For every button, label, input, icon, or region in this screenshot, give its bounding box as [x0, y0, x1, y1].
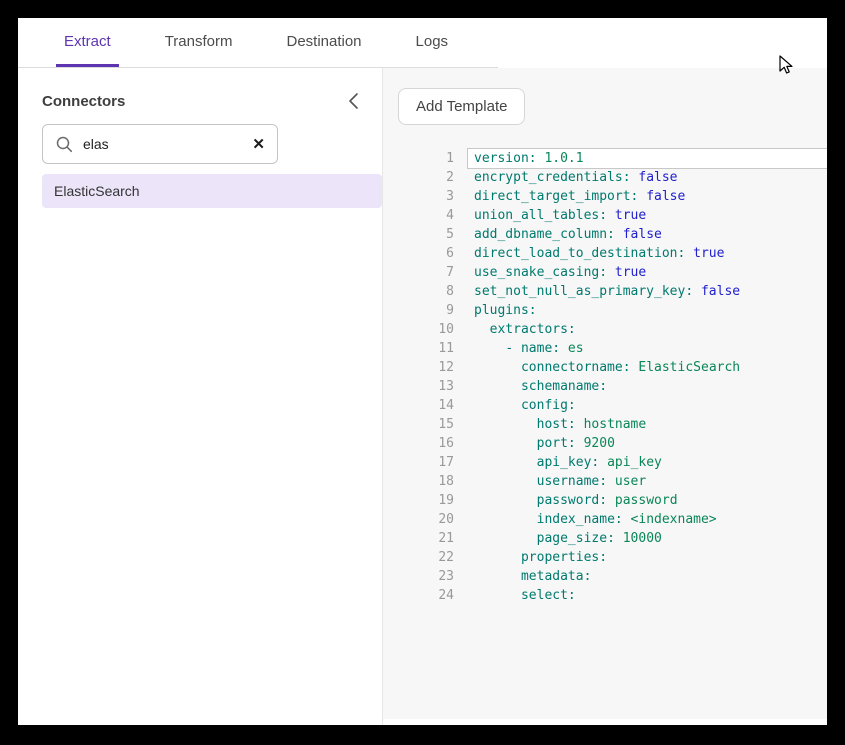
- code-line[interactable]: 24 select:: [398, 586, 827, 605]
- line-number: 2: [398, 168, 468, 187]
- code-text: api_key: api_key: [468, 453, 827, 472]
- line-number: 21: [398, 529, 468, 548]
- code-text: schemaname:: [468, 377, 827, 396]
- code-line[interactable]: 7use_snake_casing: true: [398, 263, 827, 282]
- code-text: set_not_null_as_primary_key: false: [468, 282, 827, 301]
- code-line[interactable]: 5add_dbname_column: false: [398, 225, 827, 244]
- code-text: direct_target_import: false: [468, 187, 827, 206]
- app-window: Extract Transform Destination Logs Connecto…: [18, 18, 827, 725]
- content-area: Connectors ✕ ElasticSearch Add Template: [18, 68, 827, 725]
- line-number: 16: [398, 434, 468, 453]
- sidebar: Connectors ✕ ElasticSearch: [18, 68, 383, 725]
- line-number: 17: [398, 453, 468, 472]
- line-number: 19: [398, 491, 468, 510]
- code-text: page_size: 10000: [468, 529, 827, 548]
- code-editor: 1version: 1.0.12encrypt_credentials: fal…: [398, 149, 827, 605]
- code-line[interactable]: 14 config:: [398, 396, 827, 415]
- code-text: index_name: <indexname>: [468, 510, 827, 529]
- code-line[interactable]: 18 username: user: [398, 472, 827, 491]
- code-line[interactable]: 19 password: password: [398, 491, 827, 510]
- code-text: add_dbname_column: false: [468, 225, 827, 244]
- chevron-left-icon: [346, 92, 362, 110]
- code-line[interactable]: 13 schemaname:: [398, 377, 827, 396]
- line-number: 8: [398, 282, 468, 301]
- search-box: ✕: [42, 124, 278, 164]
- line-number: 1: [398, 149, 468, 168]
- code-text: union_all_tables: true: [468, 206, 827, 225]
- line-number: 9: [398, 301, 468, 320]
- code-text: select:: [468, 586, 827, 605]
- code-line[interactable]: 17 api_key: api_key: [398, 453, 827, 472]
- code-line[interactable]: 22 properties:: [398, 548, 827, 567]
- tab-extract[interactable]: Extract: [56, 18, 119, 67]
- tab-logs[interactable]: Logs: [408, 18, 457, 67]
- collapse-sidebar-button[interactable]: [346, 92, 362, 110]
- code-text: plugins:: [468, 301, 827, 320]
- code-line[interactable]: 8set_not_null_as_primary_key: false: [398, 282, 827, 301]
- line-number: 14: [398, 396, 468, 415]
- line-number: 10: [398, 320, 468, 339]
- code-line[interactable]: 10 extractors:: [398, 320, 827, 339]
- line-number: 13: [398, 377, 468, 396]
- code-line[interactable]: 15 host: hostname: [398, 415, 827, 434]
- code-line[interactable]: 1version: 1.0.1: [398, 149, 827, 168]
- connector-list: ElasticSearch: [18, 174, 382, 208]
- code-editor-lines: 1version: 1.0.12encrypt_credentials: fal…: [398, 149, 827, 605]
- code-line[interactable]: 11 - name: es: [398, 339, 827, 358]
- code-text: use_snake_casing: true: [468, 263, 827, 282]
- line-number: 7: [398, 263, 468, 282]
- code-line[interactable]: 21 page_size: 10000: [398, 529, 827, 548]
- line-number: 15: [398, 415, 468, 434]
- code-text: username: user: [468, 472, 827, 491]
- tab-destination[interactable]: Destination: [278, 18, 369, 67]
- code-line[interactable]: 20 index_name: <indexname>: [398, 510, 827, 529]
- search-input[interactable]: [73, 136, 252, 152]
- code-line[interactable]: 16 port: 9200: [398, 434, 827, 453]
- code-text: password: password: [468, 491, 827, 510]
- code-text: host: hostname: [468, 415, 827, 434]
- clear-search-icon[interactable]: ✕: [252, 137, 265, 152]
- code-text: - name: es: [468, 339, 827, 358]
- code-text: metadata:: [468, 567, 827, 586]
- tab-bar-items: Extract Transform Destination Logs: [18, 18, 498, 68]
- line-number: 6: [398, 244, 468, 263]
- line-number: 5: [398, 225, 468, 244]
- line-number: 11: [398, 339, 468, 358]
- code-line[interactable]: 6direct_load_to_destination: true: [398, 244, 827, 263]
- main-panel: Add Template 1version: 1.0.12encrypt_cre…: [383, 68, 827, 725]
- code-text: connectorname: ElasticSearch: [468, 358, 827, 377]
- code-line[interactable]: 2encrypt_credentials: false: [398, 168, 827, 187]
- code-text: extractors:: [468, 320, 827, 339]
- line-number: 22: [398, 548, 468, 567]
- line-number: 12: [398, 358, 468, 377]
- line-number: 23: [398, 567, 468, 586]
- line-number: 3: [398, 187, 468, 206]
- tab-transform[interactable]: Transform: [157, 18, 241, 67]
- line-number: 18: [398, 472, 468, 491]
- code-text: properties:: [468, 548, 827, 567]
- search-icon: [55, 135, 73, 153]
- line-number: 20: [398, 510, 468, 529]
- add-template-button[interactable]: Add Template: [398, 88, 525, 125]
- code-line[interactable]: 4union_all_tables: true: [398, 206, 827, 225]
- sidebar-title: Connectors: [42, 93, 125, 110]
- connector-item[interactable]: ElasticSearch: [42, 174, 382, 208]
- code-text: port: 9200: [468, 434, 827, 453]
- line-number: 24: [398, 586, 468, 605]
- code-text: direct_load_to_destination: true: [468, 244, 827, 263]
- code-text: config:: [468, 396, 827, 415]
- code-line[interactable]: 23 metadata:: [398, 567, 827, 586]
- sidebar-header: Connectors: [18, 68, 382, 124]
- tab-bar: Extract Transform Destination Logs: [18, 18, 827, 68]
- code-line[interactable]: 3direct_target_import: false: [398, 187, 827, 206]
- code-line[interactable]: 9plugins:: [398, 301, 827, 320]
- code-text: version: 1.0.1: [468, 149, 827, 168]
- code-text: encrypt_credentials: false: [468, 168, 827, 187]
- line-number: 4: [398, 206, 468, 225]
- code-line[interactable]: 12 connectorname: ElasticSearch: [398, 358, 827, 377]
